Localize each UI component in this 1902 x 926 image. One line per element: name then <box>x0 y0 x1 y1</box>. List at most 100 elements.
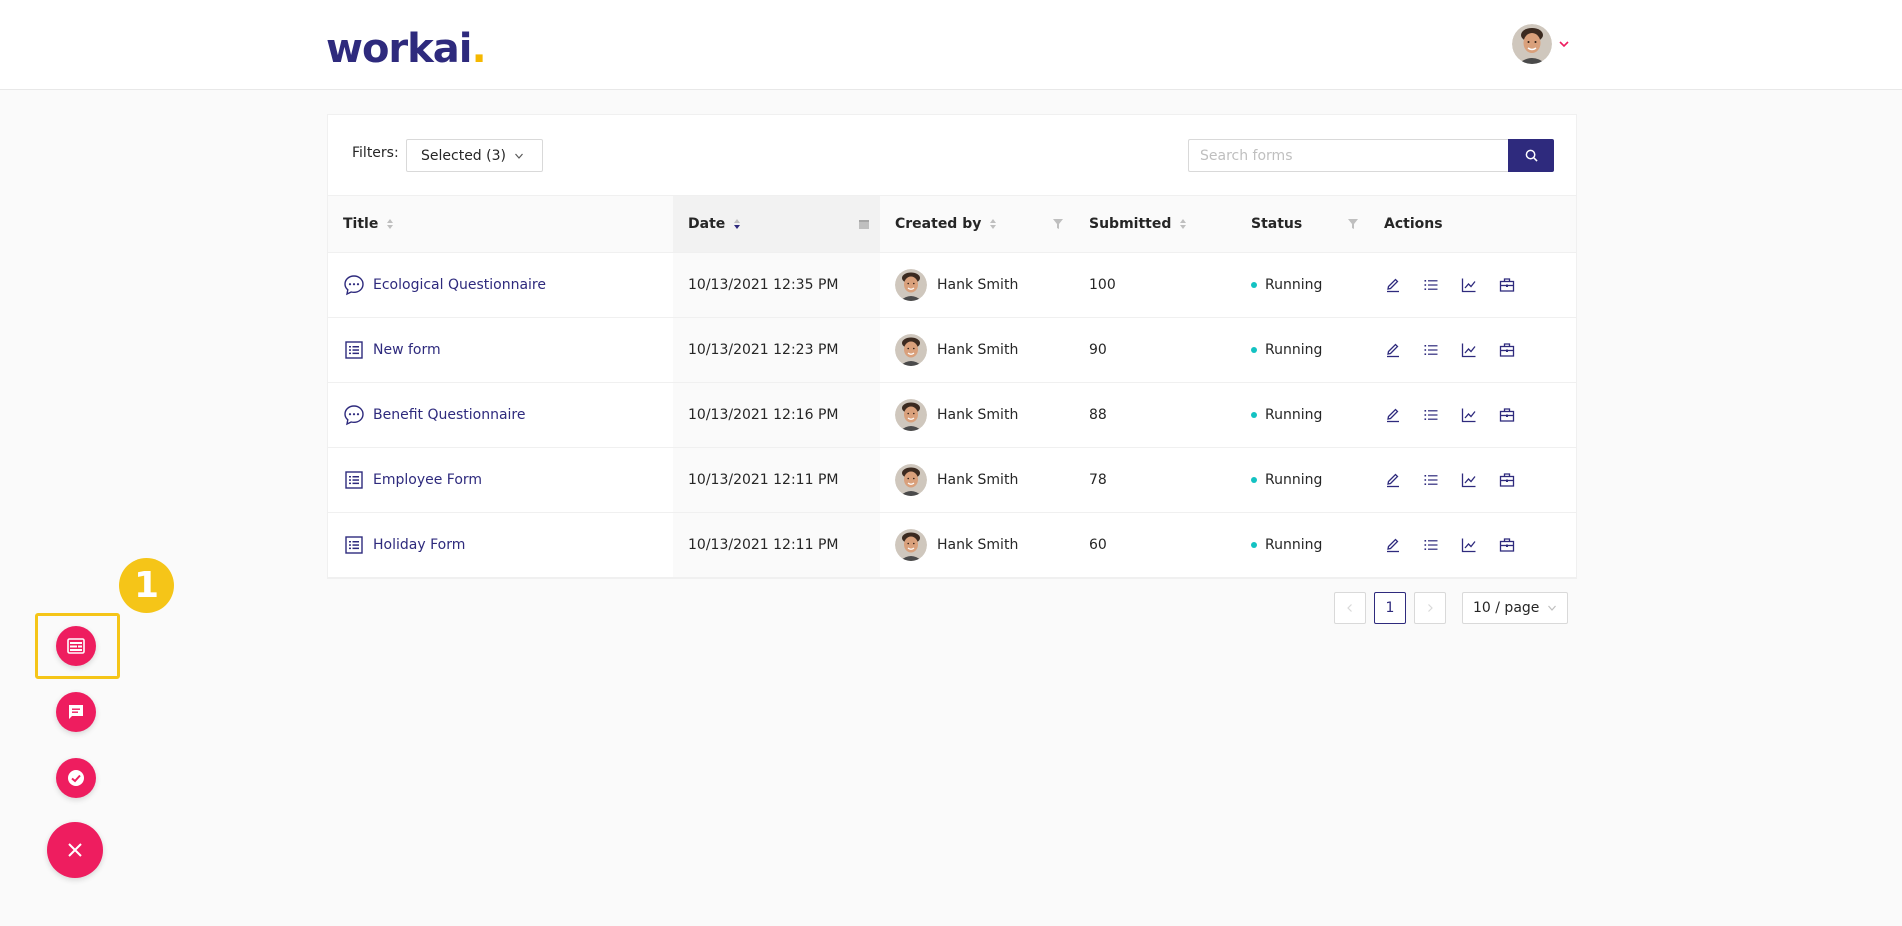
list-icon[interactable] <box>1422 536 1440 554</box>
chat-fab-button[interactable] <box>56 692 96 732</box>
tasks-fab-button[interactable] <box>56 758 96 798</box>
chart-icon[interactable] <box>1460 276 1478 294</box>
column-status-label: Status <box>1251 215 1303 232</box>
sort-icon[interactable] <box>386 218 394 230</box>
title-cell: Employee Form <box>328 447 673 513</box>
chart-icon[interactable] <box>1460 536 1478 554</box>
column-submitted-label: Submitted <box>1089 215 1172 232</box>
submitted-cell: 60 <box>1074 512 1236 578</box>
status-cell: Running <box>1236 252 1369 318</box>
list-icon[interactable] <box>1422 341 1440 359</box>
date-text: 10/13/2021 12:35 PM <box>688 276 839 293</box>
column-title-label: Title <box>343 215 379 232</box>
chart-icon[interactable] <box>1460 406 1478 424</box>
briefcase-icon[interactable] <box>1498 406 1516 424</box>
column-created-by[interactable]: Created by <box>880 196 1074 253</box>
creator-avatar <box>895 333 927 366</box>
date-cell: 10/13/2021 12:11 PM <box>673 447 880 513</box>
table-row[interactable]: Holiday Form 10/13/2021 12:11 PM Hank Smit… <box>328 512 1576 578</box>
prev-page-button[interactable] <box>1334 592 1366 624</box>
search-button[interactable] <box>1508 139 1554 172</box>
calendar-icon[interactable] <box>858 218 870 230</box>
status-text: Running <box>1265 406 1323 423</box>
status-cell: Running <box>1236 317 1369 383</box>
list-icon[interactable] <box>1422 406 1440 424</box>
briefcase-icon[interactable] <box>1498 276 1516 294</box>
top-header: workai. <box>0 0 1902 90</box>
edit-icon[interactable] <box>1384 276 1402 294</box>
briefcase-icon[interactable] <box>1498 471 1516 489</box>
next-page-button[interactable] <box>1414 592 1446 624</box>
creator-avatar <box>895 528 927 561</box>
chevron-down-icon[interactable] <box>1558 38 1570 50</box>
table-header-row: Title Date Created by Submitted Status A… <box>328 196 1576 253</box>
status-dot <box>1251 281 1257 288</box>
status-text: Running <box>1265 276 1323 293</box>
edit-icon[interactable] <box>1384 536 1402 554</box>
user-menu[interactable] <box>1512 24 1570 64</box>
page-button-1[interactable]: 1 <box>1374 592 1406 624</box>
forms-fab-button[interactable] <box>56 626 96 666</box>
edit-icon[interactable] <box>1384 406 1402 424</box>
creator-cell: Hank Smith <box>880 382 1074 448</box>
briefcase-icon[interactable] <box>1498 341 1516 359</box>
date-text: 10/13/2021 12:23 PM <box>688 341 839 358</box>
sort-icon[interactable] <box>1179 218 1187 230</box>
forms-icon <box>67 638 85 654</box>
date-cell: 10/13/2021 12:16 PM <box>673 382 880 448</box>
column-submitted[interactable]: Submitted <box>1074 196 1236 253</box>
column-status[interactable]: Status <box>1236 196 1369 253</box>
creator-avatar <box>895 463 927 496</box>
chat-icon <box>69 705 83 719</box>
status-cell: Running <box>1236 512 1369 578</box>
table-row[interactable]: Benefit Questionnaire 10/13/2021 12:16 PM… <box>328 382 1576 448</box>
chevron-left-icon <box>1347 604 1352 612</box>
column-date[interactable]: Date <box>673 196 880 253</box>
actions-cell <box>1369 447 1576 513</box>
form-title-link[interactable]: Ecological Questionnaire <box>373 277 546 293</box>
creator-name: Hank Smith <box>937 536 1019 553</box>
chevron-down-icon <box>515 153 523 159</box>
status-dot <box>1251 411 1257 418</box>
title-cell: Ecological Questionnaire <box>328 252 673 318</box>
submitted-count: 60 <box>1089 536 1107 553</box>
close-fab-button[interactable] <box>47 822 103 878</box>
workai-logo[interactable]: workai. <box>326 24 487 74</box>
status-text: Running <box>1265 341 1323 358</box>
actions-cell <box>1369 512 1576 578</box>
edit-icon[interactable] <box>1384 471 1402 489</box>
page-size-label: 10 / page <box>1473 600 1540 616</box>
form-title-link[interactable]: New form <box>373 342 441 358</box>
filters-dropdown[interactable]: Selected (3) <box>406 139 543 172</box>
briefcase-icon[interactable] <box>1498 536 1516 554</box>
page-size-select[interactable]: 10 / page <box>1462 592 1568 624</box>
sort-icon[interactable] <box>733 218 741 230</box>
table-row[interactable]: Ecological Questionnaire 10/13/2021 12:35… <box>328 252 1576 318</box>
chat-bubble-icon <box>344 404 364 425</box>
edit-icon[interactable] <box>1384 341 1402 359</box>
list-icon[interactable] <box>1422 276 1440 294</box>
submitted-cell: 88 <box>1074 382 1236 448</box>
search-input[interactable] <box>1188 139 1508 172</box>
form-title-link[interactable]: Benefit Questionnaire <box>373 407 525 423</box>
chart-icon[interactable] <box>1460 341 1478 359</box>
creator-name: Hank Smith <box>937 276 1019 293</box>
sort-icon[interactable] <box>989 218 997 230</box>
list-form-icon <box>345 470 363 489</box>
chart-icon[interactable] <box>1460 471 1478 489</box>
filter-icon[interactable] <box>1347 218 1359 230</box>
form-title-link[interactable]: Holiday Form <box>373 537 465 553</box>
filter-icon[interactable] <box>1052 218 1064 230</box>
actions-cell <box>1369 252 1576 318</box>
logo-dot: . <box>471 26 486 72</box>
column-title[interactable]: Title <box>328 196 673 253</box>
form-title-link[interactable]: Employee Form <box>373 472 482 488</box>
user-avatar[interactable] <box>1512 24 1552 64</box>
date-text: 10/13/2021 12:11 PM <box>688 536 839 553</box>
submitted-count: 78 <box>1089 471 1107 488</box>
table-row[interactable]: Employee Form 10/13/2021 12:11 PM Hank Smi… <box>328 447 1576 513</box>
title-cell: Benefit Questionnaire <box>328 382 673 448</box>
table-row[interactable]: New form 10/13/2021 12:23 PM Hank Smith 90 R… <box>328 317 1576 383</box>
list-icon[interactable] <box>1422 471 1440 489</box>
date-text: 10/13/2021 12:11 PM <box>688 471 839 488</box>
